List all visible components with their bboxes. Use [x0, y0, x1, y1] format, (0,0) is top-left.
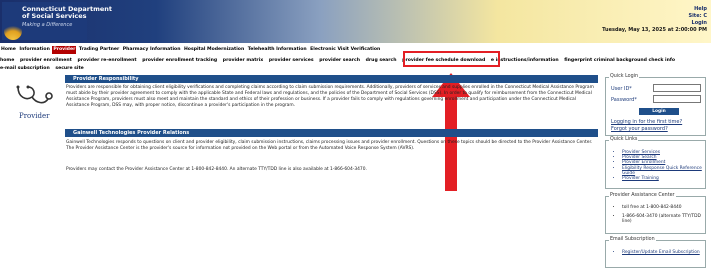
password-label: Password* [611, 97, 637, 103]
register-email-link[interactable]: Register/Update Email Subscription [622, 250, 705, 255]
stethoscope-icon [16, 85, 53, 104]
provider-responsibility-title: Provider Responsibility [65, 75, 598, 83]
assistance-center-legend: Provider Assistance Center [609, 193, 676, 198]
submenu-provider-services[interactable]: provider services [269, 58, 314, 63]
provider-relations-title: Gainwell Technologies Provider Relations [65, 129, 598, 137]
login-link[interactable]: Login [602, 20, 707, 27]
quick-login-box: Quick Login User ID* Password* Login Log… [605, 74, 706, 136]
tab-trading-partner[interactable]: Trading Partner [78, 46, 120, 54]
tab-hospital-modernization[interactable]: Hospital Modernization [183, 46, 245, 54]
password-input[interactable] [653, 95, 701, 103]
provider-relations-contact: Providers may contact the Provider Assis… [66, 167, 367, 172]
tab-provider[interactable]: Provider [52, 46, 77, 54]
header-utility: Help Site: C Login Tuesday, May 13, 2025… [602, 6, 707, 34]
first-time-login-link[interactable]: Logging in for the first time? [611, 119, 682, 125]
email-subscription-box: Email Subscription Register/Update Email… [605, 237, 706, 268]
logo-line-2: of Social Services [22, 12, 87, 20]
submenu-provider-search[interactable]: provider search [319, 58, 360, 63]
assistance-center-box: Provider Assistance Center toll free at … [605, 193, 706, 234]
tab-information[interactable]: Information [18, 46, 50, 54]
submenu-provider-matrix[interactable]: provider matrix [223, 58, 263, 63]
site-indicator: Site: C [688, 13, 707, 19]
site-header: Connecticut Department of Social Service… [0, 0, 711, 43]
submenu-home[interactable]: home [0, 58, 14, 63]
submenu-secure-site[interactable]: secure site [55, 66, 83, 71]
submenu-enrollment-tracking[interactable]: provider enrollment tracking [142, 58, 217, 63]
quick-links-legend: Quick Links [609, 137, 639, 142]
highlight-box [403, 51, 500, 67]
dss-logo[interactable]: Connecticut Department of Social Service… [2, 2, 112, 40]
tab-pharmacy-information[interactable]: Pharmacy Information [122, 46, 182, 54]
main-nav: Home Information Provider Trading Partne… [0, 46, 711, 54]
provider-submenu: home provider enrollment provider re-enr… [0, 57, 711, 73]
submenu-provider-re-enrollment[interactable]: provider re-enrollment [77, 58, 136, 63]
help-link[interactable]: Help [602, 6, 707, 13]
provider-label: Provider [19, 112, 50, 120]
provider-responsibility-text: Providers are responsible for obtaining … [66, 85, 594, 108]
provider-relations-text: Gainwell Technologies responds to questi… [66, 140, 593, 151]
quick-link-provider-training[interactable]: Provider Training [622, 176, 705, 181]
user-id-input[interactable] [653, 84, 701, 92]
login-button[interactable]: Login [639, 108, 679, 115]
assistance-toll-free: toll free at 1-800-842-8440 [622, 205, 705, 210]
tab-telehealth-information[interactable]: Telehealth Information [247, 46, 308, 54]
submenu-email-subscription[interactable]: e-mail subscription [0, 66, 50, 71]
logo-tagline: Making a Difference [22, 22, 73, 28]
submenu-fingerprint-check[interactable]: fingerprint criminal background check in… [564, 58, 675, 63]
quick-link-eligibility-guide[interactable]: Eligibility Response Quick Reference Gui… [622, 166, 705, 176]
submenu-drug-search[interactable]: drug search [366, 58, 397, 63]
forgot-password-link[interactable]: Forgot your password? [611, 126, 668, 132]
current-date: Tuesday, May 13, 2025 at 2:00:00 PM [602, 27, 707, 33]
user-id-label: User ID* [611, 86, 632, 92]
quick-login-legend: Quick Login [609, 74, 640, 79]
submenu-provider-enrollment[interactable]: provider enrollment [20, 58, 72, 63]
email-subscription-legend: Email Subscription [609, 237, 656, 242]
tab-home[interactable]: Home [0, 46, 17, 54]
tab-electronic-visit-verification[interactable]: Electronic Visit Verification [309, 46, 381, 54]
assistance-tty-line: 1-866-604-3470 (alternate TTY/TDD line) [622, 214, 705, 224]
submenu-instructions-information[interactable]: e instructions/information [491, 58, 559, 63]
quick-links-box: Quick Links Provider Services Provider S… [605, 137, 706, 189]
sun-logo-icon [4, 22, 22, 40]
